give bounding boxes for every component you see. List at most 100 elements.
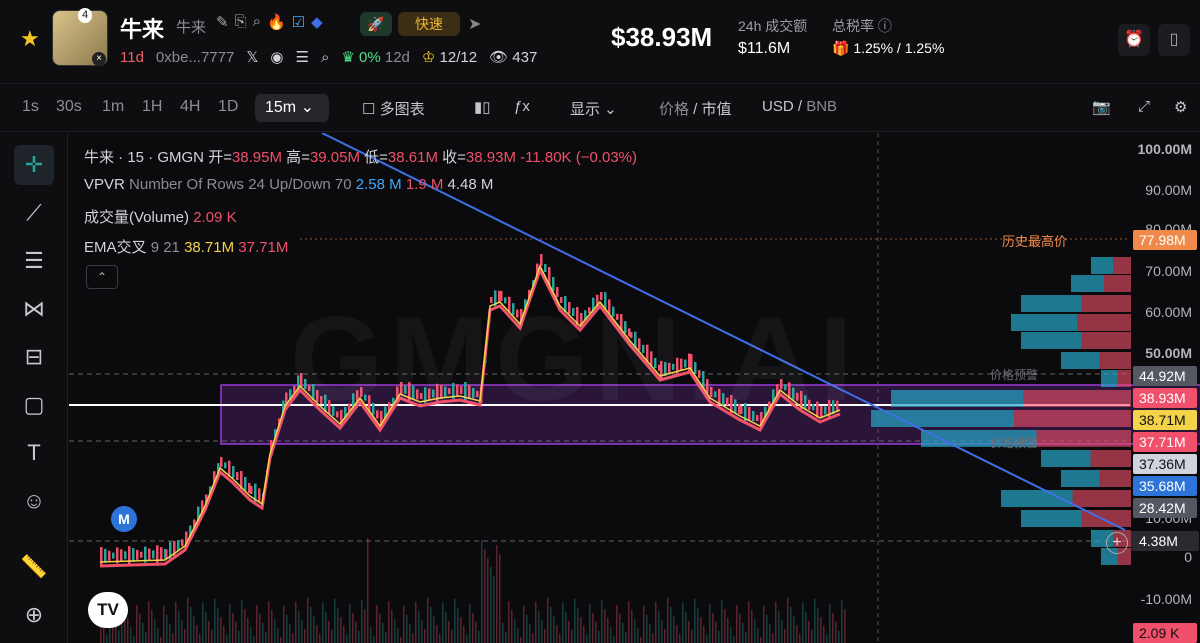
- camera-icon[interactable]: 📷: [1092, 98, 1111, 116]
- volume-bar: [514, 619, 516, 643]
- fullscreen-icon[interactable]: ⤢: [1138, 98, 1150, 115]
- watermark: GMGN.AI: [290, 290, 859, 428]
- share-icon[interactable]: ⎘: [235, 13, 247, 31]
- tf-1d[interactable]: 1D: [218, 98, 238, 116]
- ruler-icon[interactable]: 📏: [14, 547, 54, 587]
- volume-bar: [481, 540, 483, 643]
- volume-bar: [718, 631, 720, 643]
- volume-bar: [652, 633, 654, 643]
- rocket-icon[interactable]: 🚀: [360, 12, 392, 36]
- drawing-toolbar: ✛ ⟋ ☰ ⋈ ⊟ ▢ T ☺ 📏 ⊕: [0, 133, 68, 643]
- candle-type-icon[interactable]: ▮▯: [474, 98, 491, 116]
- tf-15m-active[interactable]: 15m ⌄: [255, 94, 329, 122]
- website-icon[interactable]: ◉: [270, 48, 283, 66]
- volume-bar: [586, 635, 588, 643]
- price-tag-ema-slow: 37.71M: [1133, 432, 1197, 452]
- projection-icon[interactable]: ⊟: [14, 337, 54, 377]
- volume-bar: [658, 611, 660, 643]
- volume-bar: [229, 604, 231, 643]
- volume-bar: [715, 622, 717, 643]
- volume-bar: [541, 620, 543, 643]
- y-tick: 90.00M: [1145, 182, 1192, 198]
- fib-icon[interactable]: ☰: [14, 241, 54, 281]
- volume-bar: [172, 633, 174, 643]
- volume-bar: [826, 635, 828, 643]
- volume-bar: [793, 616, 795, 643]
- y-tick: 50.00M: [1145, 345, 1192, 361]
- volume-bar: [784, 629, 786, 643]
- text-icon[interactable]: T: [14, 433, 54, 473]
- emoji-icon[interactable]: ☺: [14, 481, 54, 521]
- sidebar-toggle-icon[interactable]: ▯: [1158, 24, 1190, 56]
- currency-toggle[interactable]: USD / BNB: [762, 98, 837, 115]
- price-mcap-toggle[interactable]: 价格 / 市值: [659, 98, 732, 119]
- volume-bar: [370, 627, 372, 643]
- volume-bar: [517, 628, 519, 643]
- fast-trade-button[interactable]: 快速: [398, 12, 460, 36]
- price-tag-alert-top: 44.92M: [1133, 366, 1197, 386]
- marker-m-badge[interactable]: M: [111, 506, 137, 532]
- legend-ema: EMA交叉 9 21 38.71M 37.71M: [84, 239, 289, 256]
- volume-bar: [232, 613, 234, 643]
- volume-bar: [127, 618, 129, 643]
- edit-icon[interactable]: ✎: [216, 13, 229, 31]
- legend-collapse-button[interactable]: ⌃: [86, 265, 118, 289]
- zoom-icon[interactable]: ⊕: [14, 595, 54, 635]
- display-dropdown[interactable]: 显示 ⌄: [570, 98, 617, 119]
- tradingview-logo[interactable]: TV: [88, 592, 128, 628]
- volume-bar: [442, 603, 444, 643]
- volume-bar: [352, 613, 354, 643]
- y-tick: 0: [1184, 549, 1192, 565]
- volume-bar: [739, 614, 741, 643]
- volume-bar: [760, 637, 762, 643]
- volume-bar: [277, 628, 279, 643]
- volume-bar: [814, 599, 816, 643]
- volume-bar: [325, 612, 327, 643]
- multi-chart-button[interactable]: ☐ 多图表: [362, 98, 425, 119]
- avatar-close-icon[interactable]: ×: [92, 52, 106, 66]
- volume-bar: [211, 630, 213, 643]
- volume-bar: [802, 603, 804, 643]
- volume-bar: [592, 613, 594, 643]
- tf-1h[interactable]: 1H: [142, 98, 162, 116]
- volume-bar: [559, 634, 561, 643]
- pattern-icon[interactable]: ⋈: [14, 289, 54, 329]
- add-alert-plus-icon[interactable]: +: [1106, 532, 1128, 554]
- chat-icon[interactable]: ☰: [296, 48, 309, 66]
- volume-bar: [157, 628, 159, 643]
- volume-bar: [217, 608, 219, 643]
- vpvr-up-bar: [1061, 470, 1100, 487]
- volume-bar: [358, 631, 360, 643]
- volume-bar: [337, 608, 339, 643]
- indicators-icon[interactable]: ƒx: [514, 98, 530, 115]
- candle: [152, 550, 155, 559]
- tf-1s[interactable]: 1s: [22, 98, 39, 116]
- telegram-icon[interactable]: ➤: [468, 14, 481, 34]
- volume-bar: [727, 618, 729, 643]
- alarm-icon[interactable]: ⏰: [1118, 24, 1150, 56]
- tf-4h[interactable]: 4H: [180, 98, 200, 116]
- volume-bar: [148, 601, 150, 643]
- crosshair-icon[interactable]: ✛: [14, 145, 54, 185]
- candle: [165, 549, 168, 559]
- volume-bar: [385, 632, 387, 643]
- tf-30s[interactable]: 30s: [56, 98, 82, 116]
- volume-bar: [334, 599, 336, 643]
- trendline-icon[interactable]: ⟋: [14, 193, 54, 233]
- volume-bar: [790, 607, 792, 643]
- settings-gear-icon[interactable]: ⚙: [1174, 98, 1187, 116]
- contract-address[interactable]: 0xbe...7777: [156, 49, 234, 66]
- tf-1m[interactable]: 1m: [102, 98, 124, 116]
- volume-bar: [253, 636, 255, 643]
- favorite-star-icon[interactable]: ★: [20, 26, 40, 52]
- x-icon[interactable]: 𝕏: [246, 48, 258, 66]
- magnifier-icon[interactable]: ⌕: [321, 49, 329, 66]
- price-tag-ema-fast: 38.71M: [1133, 410, 1197, 430]
- search-icon[interactable]: ⌕: [253, 13, 261, 31]
- shapes-icon[interactable]: ▢: [14, 385, 54, 425]
- volume-bar: [319, 634, 321, 643]
- volume-bar: [145, 632, 147, 643]
- volume-bar: [637, 628, 639, 643]
- y-tick: -10.00M: [1140, 591, 1192, 607]
- volume-bar: [388, 601, 390, 643]
